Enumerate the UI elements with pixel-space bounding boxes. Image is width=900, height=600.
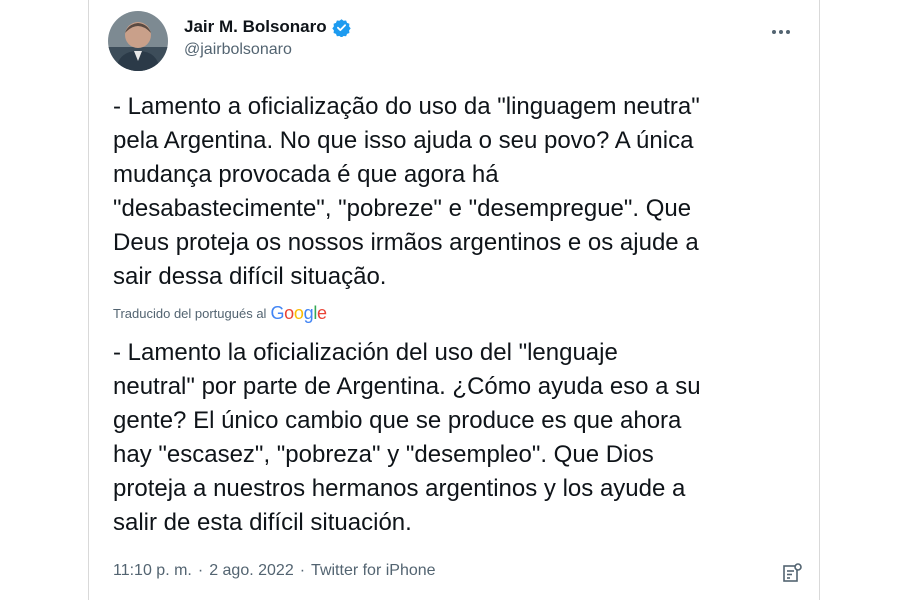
author-display-name[interactable]: Jair M. Bolsonaro bbox=[184, 17, 327, 37]
tweet-source[interactable]: Twitter for iPhone bbox=[311, 562, 436, 580]
verified-badge-icon bbox=[331, 18, 351, 38]
author-handle[interactable]: @jairbolsonaro bbox=[184, 41, 351, 59]
google-logo[interactable]: Google bbox=[270, 303, 327, 324]
display-name-row: Jair M. Bolsonaro bbox=[184, 15, 351, 39]
translation-attribution: Traducido del portugués al Google bbox=[113, 303, 327, 324]
tweet-original-text: - Lamento a oficialização do uso da "lin… bbox=[113, 93, 700, 290]
meta-separator: · bbox=[197, 562, 204, 579]
tweet-header: Jair M. Bolsonaro @jairbolsonaro bbox=[108, 11, 804, 73]
tweet-date[interactable]: 2 ago. 2022 bbox=[209, 562, 294, 580]
author-names: Jair M. Bolsonaro @jairbolsonaro bbox=[184, 15, 351, 59]
tweet-card: Jair M. Bolsonaro @jairbolsonaro - Lamen… bbox=[88, 0, 820, 600]
analytics-icon[interactable] bbox=[781, 562, 803, 584]
meta-separator: · bbox=[299, 562, 306, 579]
tweet-time[interactable]: 11:10 p. m. bbox=[113, 562, 192, 580]
avatar-image bbox=[108, 11, 168, 71]
translation-note: Traducido del portugués al bbox=[113, 306, 267, 321]
tweet-translated-text: - Lamento la oficialización del uso del … bbox=[113, 339, 701, 536]
more-options-icon[interactable] bbox=[766, 19, 796, 45]
avatar[interactable] bbox=[108, 11, 168, 71]
tweet-metadata: 11:10 p. m. · 2 ago. 2022 · Twitter for … bbox=[113, 562, 436, 580]
